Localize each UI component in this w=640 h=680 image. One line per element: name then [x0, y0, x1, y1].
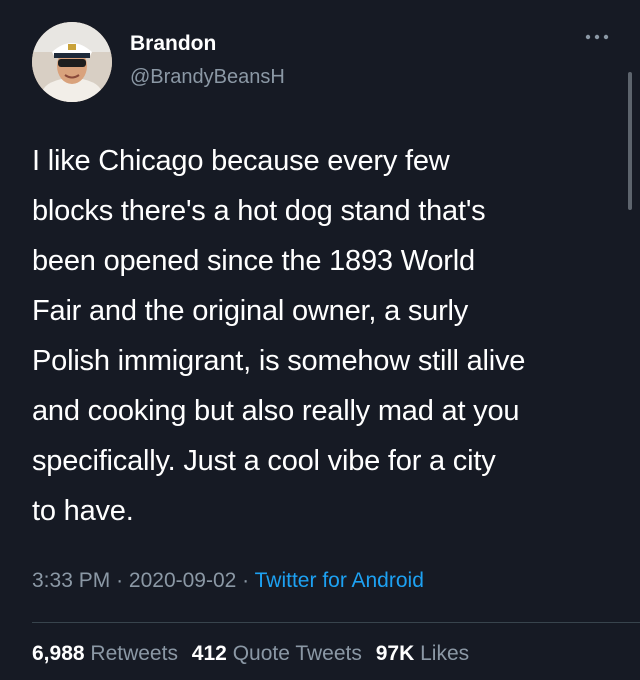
engagement-stats: 6,988 Retweets 412 Quote Tweets 97K Like…	[32, 642, 477, 666]
author-handle[interactable]: @BrandyBeansH	[130, 66, 285, 89]
likes-count: 97K	[375, 642, 415, 665]
tweet-meta: 3:33 PM · 2020-09-02 · Twitter for Andro…	[32, 569, 424, 593]
divider	[32, 622, 640, 623]
quote-tweets-stat[interactable]: 412 Quote Tweets	[192, 642, 362, 665]
likes-stat[interactable]: 97K Likes	[376, 642, 469, 665]
tweet-text: I like Chicago because every few blocks …	[32, 145, 526, 527]
tweet-source-link[interactable]: Twitter for Android	[255, 569, 424, 592]
retweets-count: 6,988	[32, 642, 85, 665]
author-name[interactable]: Brandon	[130, 32, 216, 56]
avatar[interactable]	[32, 22, 112, 102]
quote-tweets-count: 412	[191, 642, 227, 665]
tweet-card: Brandon @BrandyBeansH I like Chicago bec…	[0, 0, 640, 680]
scrollbar[interactable]	[628, 72, 632, 210]
tweet-date[interactable]: 2020-09-02	[129, 569, 236, 592]
quote-tweets-label: Quote Tweets	[232, 642, 362, 665]
retweets-label: Retweets	[90, 642, 178, 665]
tweet-time[interactable]: 3:33 PM	[32, 569, 110, 592]
retweets-stat[interactable]: 6,988 Retweets	[32, 642, 178, 665]
more-options-icon[interactable]	[584, 30, 610, 42]
meta-separator: ·	[116, 569, 124, 592]
meta-separator: ·	[242, 569, 250, 592]
likes-label: Likes	[420, 642, 470, 665]
avatar-image	[32, 22, 112, 102]
